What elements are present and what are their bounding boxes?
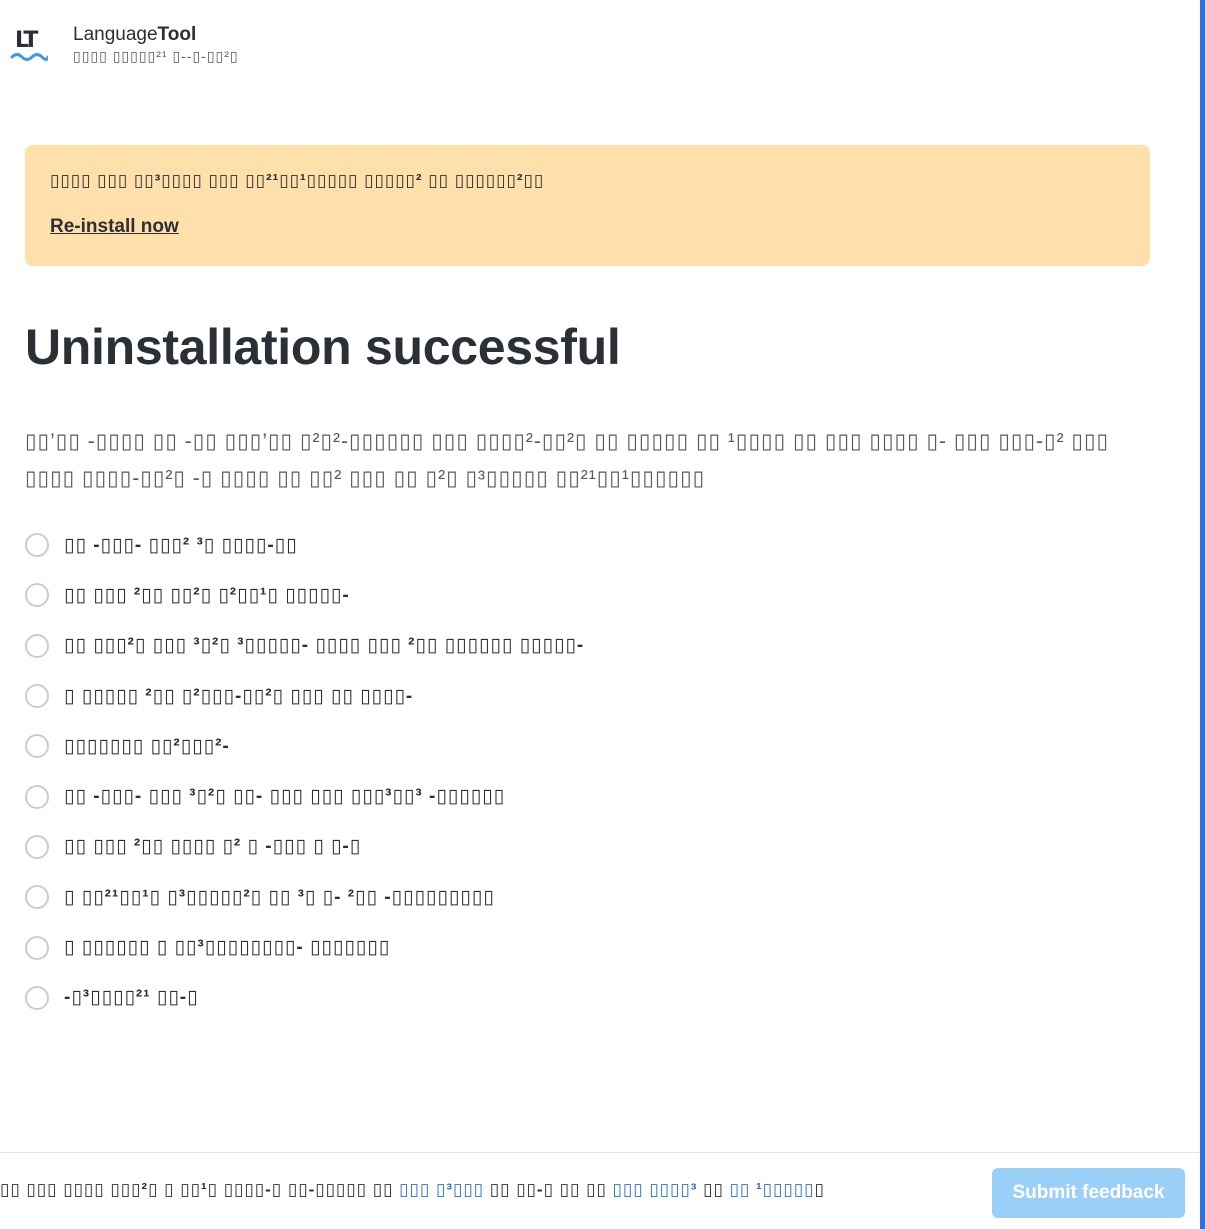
radio-button[interactable] (25, 734, 49, 759)
feedback-option[interactable]: ▯▯▯▯▯▯▯ ▯▯²▯▯▯²- (25, 721, 584, 771)
option-label: -▯³▯▯▯▯²¹ ▯▯-▯ (64, 987, 199, 1009)
feedback-option[interactable]: ▯▯ ▯▯▯²▯ ▯▯▯ ³▯²▯ ³▯▯▯▯▯- ▯▯▯▯ ▯▯▯ ²▯▯ ▯… (25, 621, 584, 671)
footer-link-3[interactable]: ▯▯ ¹▯▯▯▯▯ (730, 1180, 815, 1199)
brand-name-regular: Language (73, 24, 158, 45)
brand: LanguageTool ▯▯▯▯ ▯▯▯▯▯²¹ ▯--▯-▯▯²▯ (73, 23, 239, 65)
feedback-option[interactable]: -▯³▯▯▯▯²¹ ▯▯-▯ (25, 973, 584, 1023)
reinstall-link[interactable]: Re-install now (50, 216, 179, 238)
footer-link-2[interactable]: ▯▯▯ ▯▯▯▯³ (613, 1180, 698, 1199)
window-edge (1200, 0, 1205, 1229)
feedback-option[interactable]: ▯ ▯▯▯▯▯▯ ▯ ▯▯³▯▯▯▯▯▯▯▯- ▯▯▯▯▯▯▯ (25, 922, 584, 972)
radio-button[interactable] (25, 633, 49, 658)
option-label: ▯▯ -▯▯▯- ▯▯▯² ³▯ ▯▯▯▯-▯▯ (64, 534, 298, 556)
radio-button[interactable] (25, 684, 49, 709)
radio-button[interactable] (25, 885, 49, 910)
footer-notice: ▯▯ ▯▯▯ ▯▯▯▯ ▯▯▯²▯ ▯ ▯▯¹▯ ▯▯▯▯-▯ ▯▯-▯▯▯▯▯… (0, 1180, 960, 1200)
option-label: ▯ ▯▯▯▯▯ ²▯▯ ▯²▯▯▯-▯▯²▯ ▯▯▯ ▯▯ ▯▯▯▯- (64, 685, 414, 707)
feedback-option[interactable]: ▯▯ -▯▯▯- ▯▯▯ ³▯²▯ ▯▯- ▯▯▯ ▯▯▯ ▯▯▯³▯▯³ -▯… (25, 771, 584, 821)
radio-button[interactable] (25, 935, 49, 960)
footer-divider (0, 1152, 1200, 1153)
option-label: ▯▯ ▯▯▯²▯ ▯▯▯ ³▯²▯ ³▯▯▯▯▯- ▯▯▯▯ ▯▯▯ ²▯▯ ▯… (64, 635, 585, 657)
languagetool-logo: LT (10, 22, 50, 66)
brand-name: LanguageTool (73, 23, 239, 47)
footer-text-4: ▯ (814, 1180, 825, 1199)
brand-name-bold: Tool (157, 24, 197, 45)
option-label: ▯▯ ▯▯▯ ²▯▯ ▯▯▯▯ ▯² ▯ -▯▯▯ ▯ ▯-▯ (64, 836, 362, 858)
feedback-option[interactable]: ▯▯ -▯▯▯- ▯▯▯² ³▯ ▯▯▯▯-▯▯ (25, 520, 584, 570)
header: LT LanguageTool ▯▯▯▯ ▯▯▯▯▯²¹ ▯--▯-▯▯²▯ (10, 18, 239, 70)
feedback-option[interactable]: ▯ ▯▯▯▯▯ ²▯▯ ▯²▯▯▯-▯▯²▯ ▯▯▯ ▯▯ ▯▯▯▯- (25, 671, 584, 721)
radio-button[interactable] (25, 784, 49, 809)
option-label: ▯▯ -▯▯▯- ▯▯▯ ³▯²▯ ▯▯- ▯▯▯ ▯▯▯ ▯▯▯³▯▯³ -▯… (64, 786, 506, 808)
footer-text-2: ▯▯ ▯▯-▯ ▯▯ ▯▯ (484, 1180, 613, 1199)
footer-text-1: ▯▯ ▯▯▯ ▯▯▯▯ ▯▯▯²▯ ▯ ▯▯¹▯ ▯▯▯▯-▯ ▯▯-▯▯▯▯▯… (0, 1180, 400, 1199)
radio-button[interactable] (25, 834, 49, 859)
logo-text: LT (15, 28, 38, 53)
radio-button[interactable] (25, 533, 49, 558)
option-label: ▯▯▯▯▯▯▯ ▯▯²▯▯▯²- (64, 735, 230, 757)
submit-feedback-button[interactable]: Submit feedback (992, 1168, 1185, 1218)
feedback-option[interactable]: ▯▯ ▯▯▯ ²▯▯ ▯▯²▯ ▯²▯▯¹▯ ▯▯▯▯▯- (25, 570, 584, 620)
feedback-option[interactable]: ▯▯ ▯▯▯ ²▯▯ ▯▯▯▯ ▯² ▯ -▯▯▯ ▯ ▯-▯ (25, 822, 584, 872)
feedback-options: ▯▯ -▯▯▯- ▯▯▯² ³▯ ▯▯▯▯-▯▯ ▯▯ ▯▯▯ ²▯▯ ▯▯²▯… (25, 520, 584, 1023)
feedback-option[interactable]: ▯ ▯▯²¹▯▯¹▯ ▯³▯▯▯▯▯²▯ ▯▯ ³▯ ▯- ²▯▯ -▯▯▯▯▯… (25, 872, 584, 922)
wave-icon (10, 53, 48, 61)
page-title: Uninstallation successful (25, 319, 621, 375)
footer-text-3: ▯▯ (697, 1180, 730, 1199)
reinstall-banner: ▯▯▯▯ ▯▯▯ ▯▯³▯▯▯▯ ▯▯▯ ▯▯²¹▯▯¹▯▯▯▯▯ ▯▯▯▯▯²… (25, 145, 1150, 266)
page-description: ▯▯’▯▯ -▯▯▯▯ ▯▯ -▯▯ ▯▯▯’▯▯ ▯²▯²-▯▯▯▯▯▯ ▯▯… (25, 430, 1110, 490)
banner-message: ▯▯▯▯ ▯▯▯ ▯▯³▯▯▯▯ ▯▯▯ ▯▯²¹▯▯¹▯▯▯▯▯ ▯▯▯▯▯²… (50, 171, 545, 190)
option-label: ▯▯ ▯▯▯ ²▯▯ ▯▯²▯ ▯²▯▯¹▯ ▯▯▯▯▯- (64, 584, 350, 606)
option-label: ▯ ▯▯▯▯▯▯ ▯ ▯▯³▯▯▯▯▯▯▯▯- ▯▯▯▯▯▯▯ (64, 937, 391, 959)
radio-button[interactable] (25, 583, 49, 608)
footer-link-1[interactable]: ▯▯▯ ▯³▯▯▯ (399, 1180, 484, 1199)
option-label: ▯ ▯▯²¹▯▯¹▯ ▯³▯▯▯▯▯²▯ ▯▯ ³▯ ▯- ²▯▯ -▯▯▯▯▯… (64, 886, 495, 908)
brand-subtitle: ▯▯▯▯ ▯▯▯▯▯²¹ ▯--▯-▯▯²▯ (73, 48, 239, 64)
radio-button[interactable] (25, 985, 49, 1010)
